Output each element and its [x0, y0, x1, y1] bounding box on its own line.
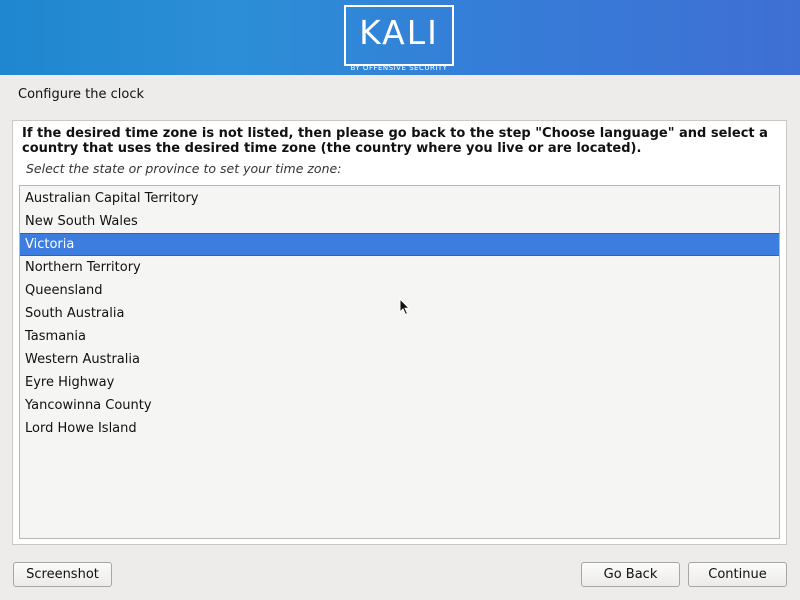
kali-logo-text: KALI	[359, 13, 439, 52]
description-text: If the desired time zone is not listed, …	[22, 126, 768, 156]
screenshot-button[interactable]: Screenshot	[13, 562, 112, 587]
go-back-button[interactable]: Go Back	[581, 562, 680, 587]
timezone-option[interactable]: New South Wales	[20, 210, 779, 233]
kali-logo: KALI	[344, 5, 454, 66]
timezone-option-selected[interactable]: Victoria	[20, 233, 779, 256]
timezone-option[interactable]: Australian Capital Territory	[20, 187, 779, 210]
continue-button[interactable]: Continue	[688, 562, 787, 587]
mouse-pointer-icon	[399, 298, 411, 316]
selection-prompt: Select the state or province to set your…	[26, 161, 342, 176]
kali-logo-subtitle: BY OFFENSIVE SECURITY	[350, 64, 448, 72]
timezone-option[interactable]: Western Australia	[20, 348, 779, 371]
timezone-option[interactable]: Yancowinna County	[20, 394, 779, 417]
timezone-option[interactable]: Northern Territory	[20, 256, 779, 279]
page-title: Configure the clock	[18, 87, 144, 102]
timezone-list[interactable]: Australian Capital Territory New South W…	[19, 185, 780, 539]
timezone-option[interactable]: Lord Howe Island	[20, 417, 779, 440]
timezone-option[interactable]: Tasmania	[20, 325, 779, 348]
kali-banner: KALI BY OFFENSIVE SECURITY	[0, 0, 800, 75]
timezone-option[interactable]: Eyre Highway	[20, 371, 779, 394]
